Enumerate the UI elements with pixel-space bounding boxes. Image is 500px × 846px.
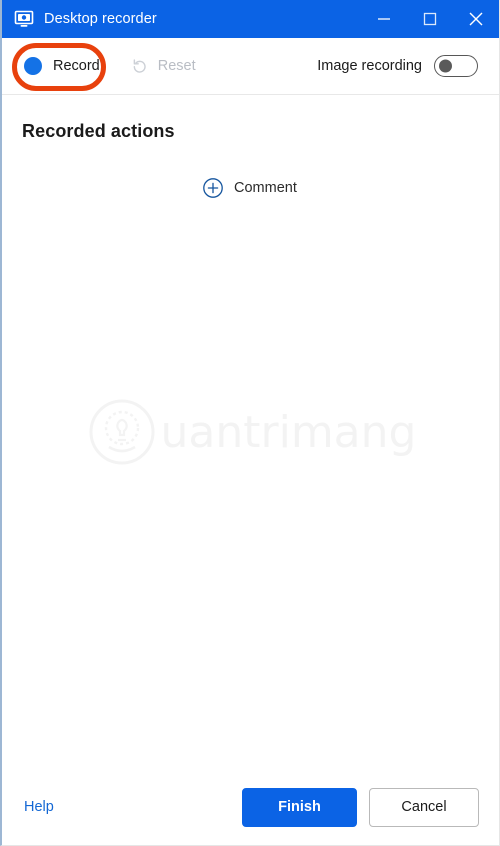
window-title: Desktop recorder [44,11,157,27]
close-icon [469,12,483,26]
watermark: uantrimang [2,395,499,469]
image-recording-group: Image recording [317,55,478,77]
image-recording-label: Image recording [317,58,422,74]
add-comment-label: Comment [234,180,297,196]
recorder-toolbar: Record Reset Image recording [2,38,499,95]
reset-button-label: Reset [157,58,196,74]
title-bar: Desktop recorder [2,0,499,38]
minimize-button[interactable] [361,0,407,38]
minimize-icon [378,18,390,20]
record-button[interactable]: Record [24,57,100,75]
finish-button[interactable]: Finish [242,787,357,827]
recorded-actions-panel: Recorded actions Comment uantrimang [2,95,499,769]
toggle-knob [439,59,452,73]
window-controls [361,0,499,38]
recorded-actions-heading: Recorded actions [22,121,175,141]
reset-button: Reset [130,57,196,76]
undo-arrow-icon [133,58,146,73]
close-button[interactable] [453,0,499,38]
monitor-icon [14,10,34,27]
desktop-recorder-window: Desktop recorder Record Reset Image reco… [0,0,500,846]
help-link[interactable]: Help [24,799,54,815]
dialog-footer: Help Finish Cancel [2,769,499,845]
watermark-text: uantrimang [160,406,417,458]
record-button-label: Record [53,58,100,74]
maximize-icon [423,12,437,26]
maximize-button[interactable] [407,0,453,38]
add-comment-button[interactable]: Comment [202,177,297,199]
record-dot-icon [24,57,42,75]
image-recording-toggle[interactable] [434,55,478,77]
quantrimang-logo-icon [89,399,155,465]
footer-actions: Finish Cancel [242,787,479,827]
cancel-button[interactable]: Cancel [369,787,479,827]
plus-circle-icon [203,178,223,198]
